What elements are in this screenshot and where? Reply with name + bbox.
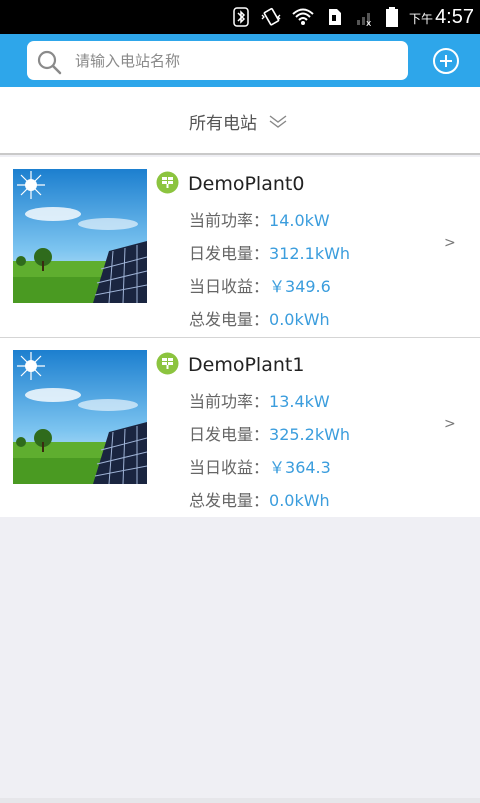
bluetooth-icon: [233, 7, 249, 27]
top-bar: [0, 34, 480, 87]
bottom-nav-edge: [0, 798, 480, 803]
daily-income-row: 当日收益：￥349.6: [189, 273, 331, 297]
total-generation-value: 0.0kWh: [269, 491, 330, 510]
am-pm-label: 下午: [409, 11, 434, 26]
plant-card[interactable]: DemoPlant1 当前功率：13.4kW 日发电量：325.2kWh 当日收…: [0, 337, 480, 517]
status-bar: x 下午 4:57: [0, 0, 480, 34]
daily-generation-row: 日发电量：312.1kWh: [189, 240, 350, 264]
daily-income-row: 当日收益：￥364.3: [189, 454, 331, 478]
current-power-row: 当前功率：14.0kW: [189, 207, 330, 231]
plant-name: DemoPlant0: [188, 173, 305, 195]
filter-bar: 所有电站: [0, 87, 480, 155]
daily-income-label: 当日收益：: [189, 458, 270, 477]
plant-filter-dropdown[interactable]: 所有电站: [189, 109, 287, 134]
plant-card[interactable]: DemoPlant0 当前功率：14.0kW 日发电量：312.1kWh 当日收…: [0, 157, 480, 337]
wifi-icon: [292, 8, 314, 25]
daily-income-value: ￥364.3: [269, 458, 331, 477]
total-generation-value: 0.0kWh: [269, 310, 330, 329]
daily-income-label: 当日收益：: [189, 277, 270, 296]
vibrate-icon: [261, 8, 281, 26]
search-box[interactable]: [27, 41, 408, 80]
current-power-row: 当前功率：13.4kW: [189, 388, 330, 412]
daily-generation-value: 312.1kWh: [269, 244, 351, 263]
plant-thumbnail-image: [13, 350, 147, 484]
current-power-value: 13.4kW: [269, 392, 330, 411]
add-icon[interactable]: [432, 47, 460, 75]
search-input[interactable]: [75, 41, 395, 80]
plant-name: DemoPlant1: [188, 354, 305, 376]
total-generation-label: 总发电量：: [189, 491, 270, 510]
filter-label: 所有电站: [189, 114, 257, 134]
clock: 下午 4:57: [409, 6, 474, 29]
svg-text:x: x: [366, 19, 372, 27]
chevron-right-icon[interactable]: >: [444, 235, 456, 251]
daily-generation-label: 日发电量：: [189, 425, 270, 444]
plant-list: DemoPlant0 当前功率：14.0kW 日发电量：312.1kWh 当日收…: [0, 157, 480, 517]
total-generation-row: 总发电量：0.0kWh: [189, 306, 330, 330]
plant-status-icon: [156, 352, 179, 375]
daily-generation-value: 325.2kWh: [269, 425, 351, 444]
plant-thumbnail-image: [13, 169, 147, 303]
current-power-value: 14.0kW: [269, 211, 330, 230]
current-power-label: 当前功率：: [189, 211, 270, 230]
sim-icon: [329, 9, 342, 25]
signal-icon: x: [357, 13, 372, 27]
current-power-label: 当前功率：: [189, 392, 270, 411]
total-generation-label: 总发电量：: [189, 310, 270, 329]
daily-income-value: ￥349.6: [269, 277, 331, 296]
search-icon: [37, 50, 62, 75]
daily-generation-row: 日发电量：325.2kWh: [189, 421, 350, 445]
daily-generation-label: 日发电量：: [189, 244, 270, 263]
total-generation-row: 总发电量：0.0kWh: [189, 487, 330, 511]
battery-icon: [386, 7, 399, 27]
time-label: 4:57: [435, 5, 474, 28]
chevron-down-icon: [269, 114, 287, 128]
chevron-right-icon[interactable]: >: [444, 416, 456, 432]
plant-status-icon: [156, 171, 179, 194]
